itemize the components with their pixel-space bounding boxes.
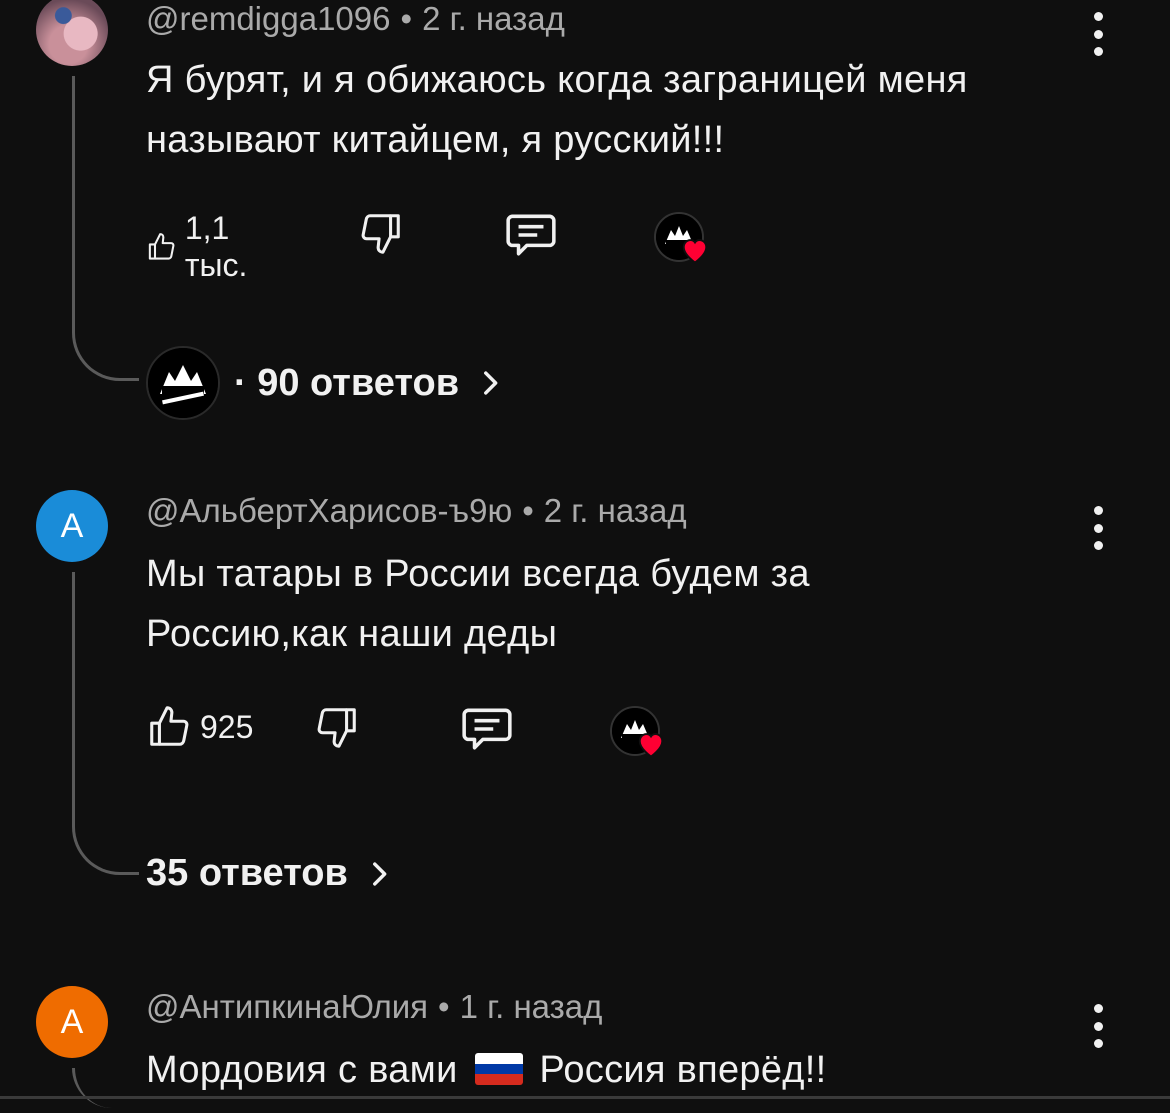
author-name[interactable]: @remdigga1096 <box>146 0 391 37</box>
thread-line <box>72 1068 139 1108</box>
creator-heart <box>654 212 708 266</box>
like-count: 925 <box>200 708 254 745</box>
comment-text-part: Мордовия с вами <box>146 1049 458 1091</box>
comment-time: 1 г. назад <box>459 988 603 1025</box>
comment-icon <box>462 708 512 750</box>
like-button[interactable]: 925 <box>146 704 253 750</box>
thumb-up-icon <box>148 233 175 260</box>
chevron-right-icon <box>484 371 498 395</box>
replies-count: · 90 ответов <box>234 361 460 404</box>
author-name[interactable]: @АльбертХарисов-ъ9ю <box>146 492 512 529</box>
bottom-divider <box>0 1096 1170 1099</box>
like-button[interactable]: 1,1 тыс. <box>146 210 263 284</box>
replies-count: 35 ответов <box>146 852 348 894</box>
replies-button[interactable]: · 90 ответов <box>146 346 507 420</box>
comment-icon <box>506 214 556 256</box>
thumb-down-icon <box>317 708 356 748</box>
comment-meta: @АльбертХарисов-ъ9ю • 2 г. назад <box>146 492 687 530</box>
comment-text-part: Россия вперёд!! <box>539 1049 827 1091</box>
thread-line <box>72 572 139 875</box>
russia-flag-icon <box>474 1052 523 1085</box>
comment-time: 2 г. назад <box>422 0 565 37</box>
thumb-down-icon <box>361 214 400 254</box>
avatar[interactable]: А <box>36 986 108 1058</box>
comment-meta: @АнтипкинаЮлия • 1 г. назад <box>146 988 602 1026</box>
avatar-letter: А <box>60 506 84 545</box>
more-vertical-icon[interactable] <box>1086 502 1110 554</box>
dislike-button[interactable] <box>358 210 404 256</box>
thread-line <box>72 76 139 381</box>
avatar[interactable]: А <box>36 490 108 562</box>
avatar-letter: А <box>60 1002 84 1041</box>
like-count: 1,1 тыс. <box>184 210 248 283</box>
meta-separator: • <box>438 988 450 1025</box>
replies-button[interactable]: 35 ответов <box>146 852 396 895</box>
thumb-up-icon <box>150 706 189 746</box>
author-name[interactable]: @АнтипкинаЮлия <box>146 988 428 1025</box>
avatar[interactable] <box>36 0 108 66</box>
chevron-right-icon <box>372 861 387 886</box>
meta-separator: • <box>522 492 534 529</box>
comment-time: 2 г. назад <box>543 492 687 529</box>
creator-reply-avatar <box>146 346 220 420</box>
comment-text: Мордовия с вами Россия вперёд!! <box>146 1040 1106 1100</box>
heart-icon <box>638 733 664 758</box>
comment-meta: @remdigga1096 • 2 г. назад <box>146 0 565 38</box>
meta-separator: • <box>400 0 413 37</box>
heart-icon <box>682 239 708 264</box>
dislike-button[interactable] <box>314 704 360 750</box>
comment-text: Мы татары в России всегда будем за Росси… <box>146 553 810 655</box>
reply-button[interactable] <box>460 704 514 754</box>
comment-text: Я бурят, и я обижаюсь когда заграницей м… <box>146 59 968 161</box>
reply-button[interactable] <box>504 210 558 260</box>
creator-heart <box>610 706 664 760</box>
